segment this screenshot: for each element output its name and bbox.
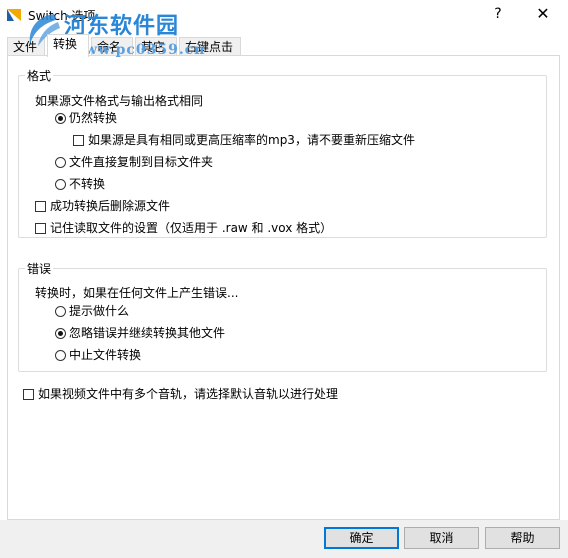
ok-button[interactable]: 确定 [324, 527, 399, 549]
checkbox-indicator[interactable] [73, 135, 84, 146]
radio-indicator[interactable] [55, 328, 66, 339]
checkbox-no-recompress[interactable]: 如果源是具有相同或更高压缩率的mp3，请不要重新压缩文件 [73, 131, 415, 149]
radio-ignore-errors[interactable]: 忽略错误并继续转换其他文件 [55, 324, 225, 342]
format-group: 格式 如果源文件格式与输出格式相同 仍然转换 如果源是具有相同或更高压缩率的mp… [18, 67, 547, 238]
radio-indicator[interactable] [55, 350, 66, 361]
checkbox-indicator[interactable] [35, 201, 46, 212]
radio-label: 中止文件转换 [69, 348, 142, 362]
cancel-button[interactable]: 取消 [404, 527, 479, 549]
convert-tab-panel: 格式 如果源文件格式与输出格式相同 仍然转换 如果源是具有相同或更高压缩率的mp… [7, 55, 560, 520]
radio-label: 提示做什么 [69, 304, 130, 318]
checkbox-indicator[interactable] [35, 223, 46, 234]
format-question: 如果源文件格式与输出格式相同 [35, 94, 204, 108]
radio-indicator[interactable] [55, 179, 66, 190]
checkbox-delete-source[interactable]: 成功转换后删除源文件 [35, 197, 170, 215]
checkbox-indicator[interactable] [23, 389, 34, 400]
radio-stop[interactable]: 中止文件转换 [55, 346, 141, 364]
tab-right-click[interactable]: 右键点击 [179, 37, 241, 56]
radio-indicator[interactable] [55, 157, 66, 168]
tab-naming[interactable]: 命名 [91, 37, 133, 56]
dialog-footer: 确定 取消 帮助 [0, 520, 568, 558]
radio-label: 文件直接复制到目标文件夹 [69, 155, 214, 169]
help-title-button[interactable]: ? [484, 4, 512, 24]
checkbox-label: 如果视频文件中有多个音轨，请选择默认音轨以进行处理 [38, 387, 339, 401]
radio-convert-anyway[interactable]: 仍然转换 [55, 109, 117, 127]
radio-no-convert[interactable]: 不转换 [55, 175, 105, 193]
tab-file[interactable]: 文件 [7, 37, 45, 56]
error-group-label: 错误 [25, 260, 54, 277]
error-question: 转换时，如果在任何文件上产生错误... [35, 286, 239, 300]
radio-ask[interactable]: 提示做什么 [55, 302, 129, 320]
format-group-label: 格式 [25, 67, 54, 84]
checkbox-remember-settings[interactable]: 记住读取文件的设置（仅适用于 .raw 和 .vox 格式） [35, 219, 332, 237]
help-button[interactable]: 帮助 [485, 527, 560, 549]
switch-app-icon [7, 9, 21, 21]
checkbox-audio-track[interactable]: 如果视频文件中有多个音轨，请选择默认音轨以进行处理 [23, 385, 338, 403]
radio-label: 仍然转换 [69, 111, 118, 125]
radio-label: 不转换 [69, 177, 106, 191]
window-title: Switch 选项 [28, 9, 96, 23]
title-bar: Switch 选项 ? ✕ [0, 0, 568, 30]
error-group: 错误 转换时，如果在任何文件上产生错误... 提示做什么 忽略错误并继续转换其他… [18, 260, 547, 372]
radio-label: 忽略错误并继续转换其他文件 [69, 326, 226, 340]
radio-indicator[interactable] [55, 113, 66, 124]
checkbox-label: 记住读取文件的设置（仅适用于 .raw 和 .vox 格式） [50, 221, 333, 235]
checkbox-label: 如果源是具有相同或更高压缩率的mp3，请不要重新压缩文件 [88, 133, 415, 147]
radio-copy-file[interactable]: 文件直接复制到目标文件夹 [55, 153, 213, 171]
radio-indicator[interactable] [55, 306, 66, 317]
tab-convert[interactable]: 转换 [47, 34, 89, 57]
close-button[interactable]: ✕ [526, 4, 560, 24]
tab-other[interactable]: 其它 [135, 37, 177, 56]
checkbox-label: 成功转换后删除源文件 [50, 199, 171, 213]
